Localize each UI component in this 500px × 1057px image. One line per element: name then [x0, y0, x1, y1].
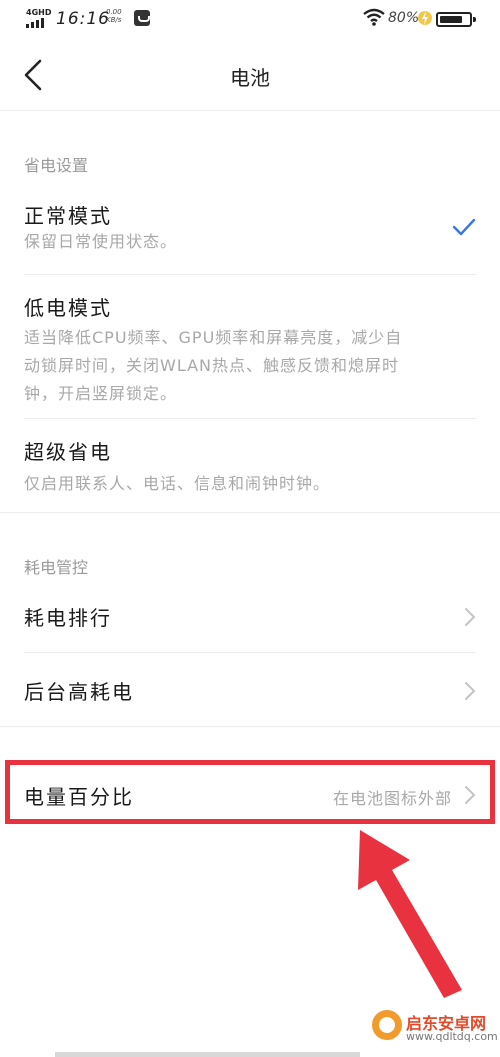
mode-normal[interactable]: 正常模式 保留日常使用状态。	[0, 190, 500, 274]
mode-low-power[interactable]: 低电模式 适当降低CPU频率、GPU频率和屏幕亮度，减少自动锁屏时间，关闭WLA…	[0, 282, 500, 416]
battery-settings-screen: 4GHD 16:16 0.00 KB/s 80% 电池 省电设置 正常模式 保留…	[0, 0, 500, 1057]
charging-bolt-icon	[418, 11, 432, 25]
item-title: 耗电排行	[24, 606, 112, 630]
mode-title: 低电模式	[24, 296, 112, 320]
network-speed: 0.00 KB/s	[106, 8, 122, 24]
divider	[24, 274, 476, 275]
red-arrow-icon	[358, 830, 462, 998]
signal-icon	[26, 18, 44, 28]
battery-percent-text: 80%	[388, 10, 420, 26]
chevron-right-icon	[465, 682, 475, 700]
mode-title: 超级省电	[24, 440, 112, 464]
divider	[24, 418, 476, 419]
network-speed-value: 0.00	[106, 8, 122, 16]
section-label-consumption: 耗电管控	[24, 558, 89, 577]
notification-app-icon	[134, 10, 150, 26]
watermark-logo-icon	[372, 1010, 402, 1040]
check-icon	[452, 218, 476, 236]
watermark-url: www.qdltdq.com	[406, 1030, 498, 1043]
home-indicator	[55, 1052, 360, 1057]
chevron-right-icon	[465, 608, 475, 626]
divider	[0, 512, 500, 513]
section-label-power-saving: 省电设置	[24, 156, 89, 175]
item-title: 后台高耗电	[24, 680, 134, 704]
header-divider	[0, 110, 500, 111]
mode-desc: 适当降低CPU频率、GPU频率和屏幕亮度，减少自动锁屏时间，关闭WLAN热点、触…	[24, 328, 403, 403]
network-type: 4GHD	[26, 8, 52, 17]
page-title: 电池	[230, 66, 270, 90]
divider	[0, 726, 500, 727]
divider	[24, 652, 476, 653]
status-time: 16:16	[56, 9, 110, 29]
highlight-box	[5, 760, 495, 824]
mode-title: 正常模式	[24, 204, 112, 228]
power-ranking-item[interactable]: 耗电排行	[0, 584, 500, 650]
mode-desc: 仅启用联系人、电话、信息和闹钟时钟。	[24, 474, 331, 493]
status-bar: 4GHD 16:16 0.00 KB/s 80%	[0, 0, 500, 40]
header: 电池	[0, 40, 500, 110]
mode-desc: 保留日常使用状态。	[24, 232, 178, 251]
wifi-icon	[363, 8, 385, 26]
battery-fill	[440, 16, 462, 23]
background-high-power-item[interactable]: 后台高耗电	[0, 656, 500, 726]
network-speed-unit: KB/s	[106, 16, 122, 24]
mode-super-saving[interactable]: 超级省电 仅启用联系人、电话、信息和闹钟时钟。	[0, 426, 500, 512]
battery-icon	[436, 12, 476, 27]
